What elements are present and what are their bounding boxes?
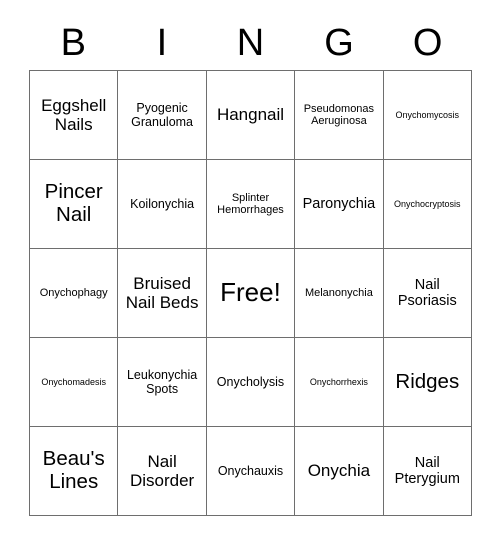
- bingo-cell-r5c4[interactable]: Onychia: [295, 427, 384, 516]
- bingo-cell-label: Hangnail: [216, 105, 285, 125]
- bingo-cell-r5c3[interactable]: Onychauxis: [206, 427, 296, 516]
- bingo-cell-label: Nail Pterygium: [394, 454, 460, 487]
- bingo-cell-r3c1[interactable]: Onychophagy: [30, 249, 119, 338]
- bingo-cell-label: Onychauxis: [217, 464, 284, 478]
- bingo-cell-label: Leukonychia Spots: [126, 368, 198, 396]
- bingo-cell-r1c5[interactable]: Onychomycosis: [383, 71, 472, 160]
- bingo-cell-label: Beau's Lines: [42, 447, 105, 493]
- bingo-header-letter-g: G: [324, 22, 354, 64]
- bingo-header-letter-o: O: [412, 22, 443, 64]
- bingo-cell-r1c3[interactable]: Hangnail: [206, 71, 296, 160]
- bingo-header-row: B I N G O: [29, 18, 472, 68]
- bingo-cell-r4c5[interactable]: Ridges: [383, 338, 472, 427]
- bingo-cell-r4c2[interactable]: Leukonychia Spots: [118, 338, 207, 427]
- bingo-cell-r2c5[interactable]: Onychocryptosis: [383, 160, 472, 249]
- bingo-grid: Eggshell Nails Pyogenic Granuloma Hangna…: [29, 70, 472, 516]
- bingo-cell-r2c2[interactable]: Koilonychia: [118, 160, 207, 249]
- bingo-cell-label: Ridges: [395, 369, 460, 393]
- bingo-cell-r3c5[interactable]: Nail Psoriasis: [383, 249, 472, 338]
- bingo-cell-r2c3[interactable]: Splinter Hemorrhages: [206, 160, 296, 249]
- bingo-cell-label: Nail Disorder: [129, 451, 195, 490]
- bingo-cell-r3c2[interactable]: Bruised Nail Beds: [118, 249, 207, 338]
- bingo-cell-r4c1[interactable]: Onychomadesis: [30, 338, 119, 427]
- bingo-free-space-label: Free!: [220, 277, 281, 308]
- bingo-cell-r1c4[interactable]: Pseudomonas Aeruginosa: [295, 71, 384, 160]
- bingo-cell-label: Onychocryptosis: [394, 198, 461, 209]
- bingo-cell-r5c1[interactable]: Beau's Lines: [30, 427, 119, 516]
- bingo-cell-r1c1[interactable]: Eggshell Nails: [30, 71, 119, 160]
- bingo-cell-r3c4[interactable]: Melanonychia: [295, 249, 384, 338]
- bingo-cell-r5c2[interactable]: Nail Disorder: [118, 427, 207, 516]
- bingo-cell-r5c5[interactable]: Nail Pterygium: [383, 427, 472, 516]
- bingo-cell-label: Onychophagy: [39, 286, 108, 299]
- bingo-cell-label: Onychia: [307, 461, 371, 481]
- bingo-cell-label: Splinter Hemorrhages: [217, 191, 284, 216]
- bingo-cell-r4c3[interactable]: Onycholysis: [206, 338, 296, 427]
- bingo-cell-r1c2[interactable]: Pyogenic Granuloma: [118, 71, 207, 160]
- bingo-header-letter-n: N: [236, 22, 265, 64]
- bingo-cell-label: Onychorrhexis: [309, 376, 368, 387]
- bingo-cell-label: Pseudomonas Aeruginosa: [303, 102, 375, 127]
- bingo-cell-label: Koilonychia: [130, 197, 195, 211]
- bingo-cell-label: Pincer Nail: [44, 180, 103, 226]
- bingo-cell-label: Paronychia: [302, 195, 376, 212]
- bingo-cell-r4c4[interactable]: Onychorrhexis: [295, 338, 384, 427]
- bingo-cell-label: Onychomadesis: [41, 376, 106, 387]
- bingo-cell-r2c1[interactable]: Pincer Nail: [30, 160, 119, 249]
- bingo-card: B I N G O Eggshell Nails Pyogenic Granul…: [0, 0, 500, 544]
- bingo-header-letter-b: B: [60, 22, 86, 64]
- bingo-cell-label: Pyogenic Granuloma: [131, 101, 194, 129]
- bingo-cell-label: Onycholysis: [216, 375, 285, 389]
- bingo-cell-free-space[interactable]: Free!: [206, 249, 296, 338]
- bingo-cell-label: Melanonychia: [304, 286, 373, 299]
- bingo-cell-label: Bruised Nail Beds: [125, 273, 199, 312]
- bingo-header-letter-i: I: [156, 22, 168, 64]
- bingo-cell-r2c4[interactable]: Paronychia: [295, 160, 384, 249]
- bingo-cell-label: Onychomycosis: [395, 109, 460, 120]
- bingo-cell-label: Nail Psoriasis: [397, 276, 457, 309]
- bingo-cell-label: Eggshell Nails: [41, 95, 107, 134]
